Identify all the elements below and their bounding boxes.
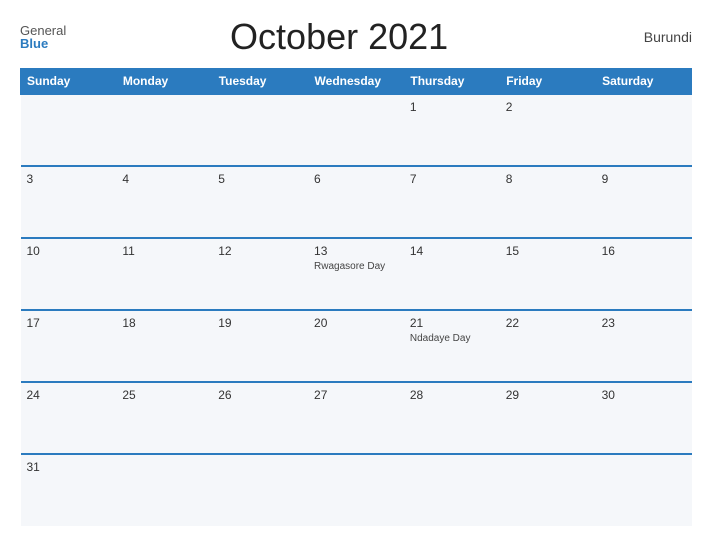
weekday-header-sunday: Sunday xyxy=(21,69,117,95)
day-number: 12 xyxy=(218,244,302,258)
day-number: 16 xyxy=(602,244,686,258)
day-number: 28 xyxy=(410,388,494,402)
day-number: 9 xyxy=(602,172,686,186)
calendar-cell: 17 xyxy=(21,310,117,382)
day-number: 18 xyxy=(122,316,206,330)
calendar-cell: 24 xyxy=(21,382,117,454)
weekday-header-wednesday: Wednesday xyxy=(308,69,404,95)
calendar-header: General Blue October 2021 Burundi xyxy=(20,16,692,58)
day-number: 23 xyxy=(602,316,686,330)
calendar-cell xyxy=(116,454,212,526)
weekday-header-monday: Monday xyxy=(116,69,212,95)
calendar-cell: 16 xyxy=(596,238,692,310)
calendar-table: SundayMondayTuesdayWednesdayThursdayFrid… xyxy=(20,68,692,526)
day-number: 1 xyxy=(410,100,494,114)
day-number: 29 xyxy=(506,388,590,402)
logo-blue-text: Blue xyxy=(20,37,48,50)
day-number: 26 xyxy=(218,388,302,402)
calendar-cell: 15 xyxy=(500,238,596,310)
day-number: 22 xyxy=(506,316,590,330)
holiday-label: Ndadaye Day xyxy=(410,333,494,344)
weekday-header-friday: Friday xyxy=(500,69,596,95)
logo: General Blue xyxy=(20,24,66,50)
calendar-cell: 30 xyxy=(596,382,692,454)
day-number: 14 xyxy=(410,244,494,258)
calendar-cell: 21 Ndadaye Day xyxy=(404,310,500,382)
day-number: 21 xyxy=(410,316,494,330)
calendar-week-row: 31 xyxy=(21,454,692,526)
day-number: 8 xyxy=(506,172,590,186)
calendar-cell: 9 xyxy=(596,166,692,238)
day-number: 19 xyxy=(218,316,302,330)
calendar-cell: 14 xyxy=(404,238,500,310)
day-number: 6 xyxy=(314,172,398,186)
day-number: 24 xyxy=(27,388,111,402)
calendar-cell xyxy=(596,454,692,526)
calendar-cell: 29 xyxy=(500,382,596,454)
calendar-cell: 2 xyxy=(500,94,596,166)
day-number: 7 xyxy=(410,172,494,186)
calendar-container: General Blue October 2021 Burundi Sunday… xyxy=(0,0,712,550)
weekday-header-row: SundayMondayTuesdayWednesdayThursdayFrid… xyxy=(21,69,692,95)
day-number: 11 xyxy=(122,244,206,258)
calendar-cell xyxy=(500,454,596,526)
calendar-cell: 7 xyxy=(404,166,500,238)
day-number: 17 xyxy=(27,316,111,330)
calendar-cell: 18 xyxy=(116,310,212,382)
calendar-cell: 20 xyxy=(308,310,404,382)
day-number: 5 xyxy=(218,172,302,186)
calendar-cell xyxy=(404,454,500,526)
calendar-cell: 3 xyxy=(21,166,117,238)
calendar-cell: 11 xyxy=(116,238,212,310)
weekday-header-saturday: Saturday xyxy=(596,69,692,95)
calendar-week-row: 10 11 12 13 Rwagasore Day 14 15 16 xyxy=(21,238,692,310)
calendar-week-row: 12 xyxy=(21,94,692,166)
calendar-cell: 5 xyxy=(212,166,308,238)
calendar-cell: 25 xyxy=(116,382,212,454)
day-number: 30 xyxy=(602,388,686,402)
calendar-cell: 27 xyxy=(308,382,404,454)
weekday-header-tuesday: Tuesday xyxy=(212,69,308,95)
calendar-cell: 22 xyxy=(500,310,596,382)
calendar-cell: 31 xyxy=(21,454,117,526)
calendar-cell: 4 xyxy=(116,166,212,238)
calendar-cell: 1 xyxy=(404,94,500,166)
weekday-header-thursday: Thursday xyxy=(404,69,500,95)
day-number: 25 xyxy=(122,388,206,402)
calendar-cell xyxy=(116,94,212,166)
calendar-cell xyxy=(212,454,308,526)
calendar-cell: 12 xyxy=(212,238,308,310)
calendar-cell xyxy=(308,454,404,526)
calendar-cell xyxy=(21,94,117,166)
day-number: 27 xyxy=(314,388,398,402)
calendar-cell: 13 Rwagasore Day xyxy=(308,238,404,310)
calendar-week-row: 17 18 19 20 21 Ndadaye Day 22 23 xyxy=(21,310,692,382)
calendar-cell: 23 xyxy=(596,310,692,382)
day-number: 3 xyxy=(27,172,111,186)
calendar-week-row: 3456789 xyxy=(21,166,692,238)
calendar-week-row: 24 25 26 27 28 29 30 xyxy=(21,382,692,454)
calendar-cell: 26 xyxy=(212,382,308,454)
month-title: October 2021 xyxy=(66,16,612,58)
day-number: 20 xyxy=(314,316,398,330)
day-number: 15 xyxy=(506,244,590,258)
day-number: 31 xyxy=(27,460,111,474)
calendar-cell xyxy=(308,94,404,166)
calendar-cell xyxy=(212,94,308,166)
calendar-cell: 6 xyxy=(308,166,404,238)
day-number: 4 xyxy=(122,172,206,186)
country-label: Burundi xyxy=(612,29,692,45)
day-number: 13 xyxy=(314,244,398,258)
day-number: 10 xyxy=(27,244,111,258)
calendar-cell: 8 xyxy=(500,166,596,238)
calendar-cell: 19 xyxy=(212,310,308,382)
holiday-label: Rwagasore Day xyxy=(314,261,398,272)
calendar-cell: 28 xyxy=(404,382,500,454)
day-number: 2 xyxy=(506,100,590,114)
calendar-cell: 10 xyxy=(21,238,117,310)
calendar-cell xyxy=(596,94,692,166)
